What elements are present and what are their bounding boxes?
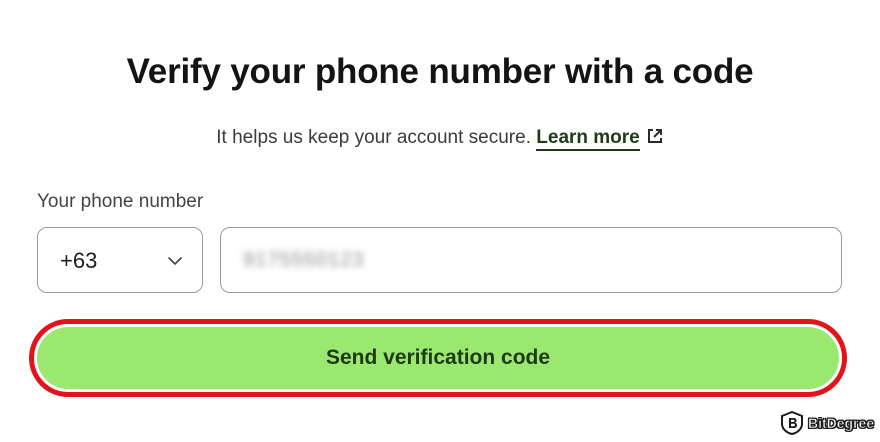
phone-number-label: Your phone number [37, 191, 204, 212]
phone-number-input[interactable]: 9175550123 [220, 227, 842, 293]
page-title: Verify your phone number with a code [126, 52, 754, 91]
country-code-value: +63 [60, 248, 98, 273]
bitdegree-watermark: BitDegree [781, 410, 874, 436]
learn-more-link[interactable]: Learn more [536, 127, 640, 151]
bitdegree-logo-icon [781, 411, 803, 435]
chevron-down-icon [168, 257, 182, 265]
verify-phone-page: Verify your phone number with a code It … [0, 0, 880, 442]
page-subtitle: It helps us keep your account secure. Le… [0, 127, 880, 151]
external-link-icon[interactable] [646, 127, 664, 145]
bitdegree-brand-text: BitDegree [808, 415, 875, 432]
phone-number-value: 9175550123 [243, 249, 365, 271]
send-verification-code-button[interactable]: Send verification code [37, 327, 839, 389]
country-code-select[interactable]: +63 [37, 227, 203, 293]
subtitle-text: It helps us keep your account secure. [216, 127, 531, 148]
